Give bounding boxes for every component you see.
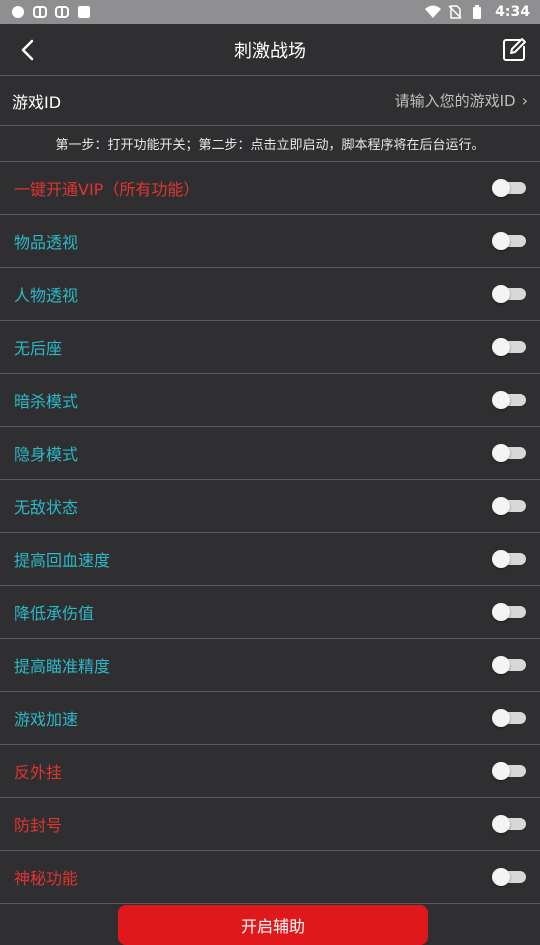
bug-icon [32, 5, 48, 19]
feature-row: 神秘功能 [0, 851, 540, 904]
feature-toggle[interactable] [492, 497, 526, 515]
instruction-text: 第一步：打开功能开关；第二步：点击立即启动，脚本程序将在后台运行。 [0, 126, 540, 162]
feature-toggle[interactable] [492, 709, 526, 727]
feature-label: 反外挂 [14, 763, 63, 782]
status-time: 4:34 [495, 4, 530, 20]
feature-toggle[interactable] [492, 603, 526, 621]
feature-label: 无后座 [14, 339, 63, 358]
game-id-input[interactable]: 请输入您的游戏ID › [395, 90, 528, 111]
feature-label: 无敌状态 [14, 498, 79, 517]
feature-row: 提高瞄准精度 [0, 639, 540, 692]
battery-icon [469, 5, 485, 19]
feature-row: 隐身模式 [0, 427, 540, 480]
feature-label: 降低承伤值 [14, 604, 95, 623]
feature-row: 提高回血速度 [0, 533, 540, 586]
feature-label: 提高回血速度 [14, 551, 111, 570]
feature-row: 人物透视 [0, 268, 540, 321]
bug-icon [54, 5, 70, 19]
toggle-knob [492, 815, 510, 833]
feature-toggle[interactable] [492, 762, 526, 780]
feature-toggle[interactable] [492, 232, 526, 250]
toggle-knob [492, 656, 510, 674]
feature-toggle[interactable] [492, 391, 526, 409]
toggle-knob [492, 179, 510, 197]
feature-toggle[interactable] [492, 550, 526, 568]
toggle-knob [492, 285, 510, 303]
toggle-knob [492, 497, 510, 515]
feature-row: 防封号 [0, 798, 540, 851]
wifi-icon [425, 5, 442, 19]
toggle-knob [492, 550, 510, 568]
app-header: 刺激战场 [0, 24, 540, 76]
feature-row: 无敌状态 [0, 480, 540, 533]
feature-toggle[interactable] [492, 285, 526, 303]
no-sim-icon [447, 5, 463, 19]
toggle-knob [492, 444, 510, 462]
feature-toggle[interactable] [492, 815, 526, 833]
feature-list: 一键开通VIP（所有功能） 物品透视人物透视无后座暗杀模式隐身模式无敌状态提高回血… [0, 162, 540, 904]
feature-toggle[interactable] [492, 444, 526, 462]
feature-label: 人物透视 [14, 286, 79, 305]
feature-row: 无后座 [0, 321, 540, 374]
feature-label: 一键开通VIP（所有功能） [14, 180, 200, 199]
feature-toggle[interactable] [492, 338, 526, 356]
game-id-placeholder: 请输入您的游戏ID [394, 92, 516, 110]
feature-label: 物品透视 [14, 233, 79, 252]
feature-row: 降低承伤值 [0, 586, 540, 639]
feature-toggle[interactable] [492, 179, 526, 197]
feature-label: 提高瞄准精度 [14, 657, 111, 676]
chevron-right-icon: › [521, 91, 528, 110]
toggle-knob [492, 868, 510, 886]
page-title: 刺激战场 [234, 40, 306, 62]
feature-row: 游戏加速 [0, 692, 540, 745]
status-bar-left [10, 5, 92, 19]
feature-row: 暗杀模式 [0, 374, 540, 427]
toggle-knob [492, 232, 510, 250]
feature-toggle[interactable] [492, 868, 526, 886]
feature-label: 暗杀模式 [14, 392, 79, 411]
edit-icon[interactable] [500, 36, 528, 64]
square-icon [76, 5, 92, 19]
game-id-row[interactable]: 游戏ID 请输入您的游戏ID › [0, 76, 540, 126]
toggle-knob [492, 338, 510, 356]
status-bar: 4:34 [0, 0, 540, 24]
feature-label: 神秘功能 [14, 869, 79, 888]
toggle-knob [492, 762, 510, 780]
feature-row: 物品透视 [0, 215, 540, 268]
game-id-label: 游戏ID [12, 92, 62, 112]
status-bar-right: 4:34 [425, 4, 530, 20]
feature-toggle[interactable] [492, 656, 526, 674]
start-assist-button[interactable]: 开启辅助 [118, 905, 428, 945]
toggle-knob [492, 391, 510, 409]
feature-label: 防封号 [14, 816, 63, 835]
feature-row: 反外挂 [0, 745, 540, 798]
back-icon[interactable] [14, 36, 42, 64]
toggle-knob [492, 603, 510, 621]
circle-icon [10, 5, 26, 19]
feature-row: 一键开通VIP（所有功能） [0, 162, 540, 215]
feature-label: 隐身模式 [14, 445, 79, 464]
feature-label: 游戏加速 [14, 710, 79, 729]
toggle-knob [492, 709, 510, 727]
